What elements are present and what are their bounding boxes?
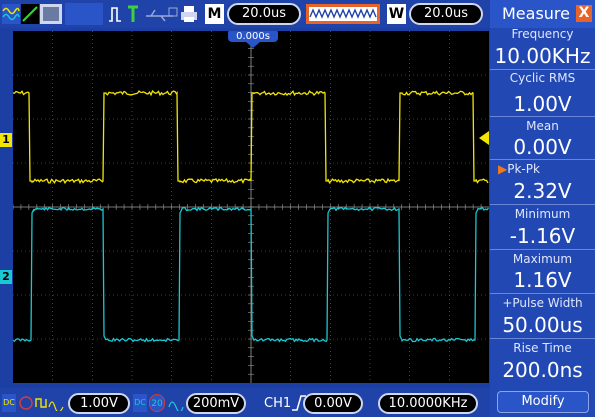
close-button[interactable]: X: [576, 5, 592, 22]
measure-panel: Measure X Frequency 10.00KHz Cyclic RMS …: [490, 0, 595, 417]
trigger-frequency: 10.0000KHz: [378, 393, 478, 414]
ch1-bw-limit-icon[interactable]: [18, 395, 34, 411]
separator: [490, 204, 595, 205]
trigger-time-label: 0.000s: [236, 31, 270, 42]
measure-value-pk-pk[interactable]: 2.32V: [490, 179, 595, 203]
measure-label-pk-pk: Pk-Pk: [507, 162, 540, 176]
ch1-trace: [12, 89, 489, 185]
measure-value-pulse-width[interactable]: 50.00us: [490, 313, 595, 337]
trigger-status-icon: [128, 5, 138, 22]
separator: [490, 338, 595, 339]
selected-arrow-icon: ▶: [498, 162, 508, 176]
status-box: [65, 3, 103, 25]
separator: [490, 69, 595, 70]
bottom-status-bar: DC 1.00V DC 20 200mV CH1 0.00V 10.0000KH…: [0, 388, 490, 417]
measure-value-frequency[interactable]: 10.00KHz: [490, 44, 595, 68]
timebase-display[interactable]: 20.0us: [227, 3, 301, 25]
ch1-coupling[interactable]: DC: [2, 394, 16, 412]
separator: [490, 293, 595, 294]
top-toolbar: M 20.0us W 20.0us: [0, 0, 490, 28]
waveform-plot: 0.000s: [12, 29, 489, 383]
measure-label-pulse-width: +Pulse Width: [502, 296, 583, 310]
ch2-scale[interactable]: 200mV: [186, 393, 246, 414]
separator: [490, 159, 595, 160]
measure-value-minimum[interactable]: -1.16V: [490, 224, 595, 248]
window-timebase-display[interactable]: 20.0us: [409, 3, 483, 25]
ch1-invert-icon[interactable]: [35, 395, 65, 411]
printer-icon[interactable]: [180, 4, 198, 24]
ch2-invert-icon[interactable]: [168, 395, 184, 411]
ch2-bw-limit[interactable]: 20: [149, 394, 165, 412]
trigger-source[interactable]: CH1: [264, 396, 291, 411]
graticule: [12, 30, 489, 383]
measure-label-cyclic-rms: Cyclic RMS: [509, 71, 576, 85]
ramp-icon[interactable]: [21, 4, 39, 24]
separator: [490, 116, 595, 117]
waveform-window-overview[interactable]: [306, 4, 380, 24]
ch1-scale[interactable]: 1.00V: [68, 393, 130, 414]
measure-value-rise-time[interactable]: 200.0ns: [490, 358, 595, 382]
trigger-edge-icon[interactable]: [107, 4, 123, 24]
measure-label-frequency: Frequency: [511, 27, 574, 41]
measure-item-pk-pk: ▶Pk-Pk: [490, 162, 595, 176]
waveform-icon[interactable]: [2, 4, 20, 24]
run-stop-icon[interactable]: [40, 4, 62, 24]
trigger-level[interactable]: 0.00V: [303, 393, 363, 414]
measure-label-mean: Mean: [526, 119, 559, 133]
ch2-marker[interactable]: 2: [0, 270, 12, 284]
trigger-level-arrow[interactable]: [479, 131, 489, 145]
measure-value-mean[interactable]: 0.00V: [490, 135, 595, 159]
main-timebase-marker: M: [205, 4, 224, 24]
ch2-coupling[interactable]: DC: [133, 394, 147, 412]
measure-label-minimum: Minimum: [514, 207, 571, 221]
modify-button[interactable]: Modify: [497, 391, 589, 413]
measure-label-rise-time: Rise Time: [513, 341, 572, 355]
trigger-position-arrow[interactable]: [246, 42, 260, 48]
measure-title: Measure: [502, 4, 570, 23]
measure-value-cyclic-rms[interactable]: 1.00V: [490, 92, 595, 116]
waveform-display[interactable]: 0.000s: [12, 29, 489, 383]
measure-header: Measure X: [490, 0, 595, 28]
separator: [490, 249, 595, 250]
measure-value-maximum[interactable]: 1.16V: [490, 268, 595, 292]
usb-icon: [146, 7, 178, 22]
window-timebase-marker: W: [387, 4, 406, 24]
measure-label-maximum: Maximum: [512, 252, 573, 266]
ch1-marker[interactable]: 1: [0, 133, 12, 147]
